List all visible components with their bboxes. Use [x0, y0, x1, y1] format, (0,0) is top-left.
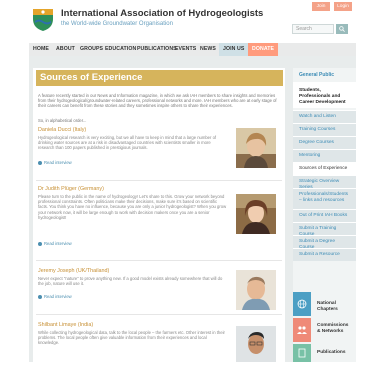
nav-home[interactable]: HOME: [33, 43, 49, 56]
intro-text: A feature recently started in our News a…: [38, 93, 277, 109]
read-interview-label: Read interview: [44, 160, 72, 165]
entry-name[interactable]: Jeremy Joseph (UK/Thailand): [38, 268, 109, 274]
nav-join-us[interactable]: JOIN US: [219, 43, 249, 56]
login-button[interactable]: Login: [334, 2, 352, 11]
sidebar-active-label[interactable]: Students, Professionals and Career Devel…: [299, 88, 353, 106]
main-nav: HOME ABOUT GROUPS EDUCATION PUBLICATIONS…: [29, 43, 356, 57]
entry-quote: Never expect "nature" to prove anything …: [38, 276, 223, 287]
bullet-icon: [38, 241, 42, 246]
entry-quote: While collecting hydrogeological data, t…: [38, 330, 225, 346]
entry-quote: Hydrogeological research is very excitin…: [38, 135, 217, 151]
search-icon: [339, 26, 345, 32]
read-interview-label: Read interview: [44, 294, 72, 299]
sidebar-item-strategic-overview[interactable]: Strategic Overview Series: [293, 175, 356, 190]
nav-education[interactable]: EDUCATION: [105, 43, 136, 56]
sidebar-title[interactable]: General Public: [299, 72, 334, 78]
alphabetical-note: So, in alphabetical order...: [38, 118, 87, 123]
nav-groups[interactable]: GROUPS: [80, 43, 103, 56]
nav-news[interactable]: NEWS: [200, 43, 216, 56]
search-input[interactable]: Search: [292, 24, 334, 34]
entry-divider: [36, 180, 282, 181]
tile-national-chapters[interactable]: National Chapters: [293, 292, 356, 316]
entry-name[interactable]: Daniela Ducci (Italy): [38, 127, 86, 133]
read-interview-label: Read interview: [44, 241, 72, 246]
bullet-icon: [38, 294, 42, 299]
nav-about[interactable]: ABOUT: [56, 43, 75, 56]
tile-label: National Chapters: [317, 301, 338, 312]
entry-name[interactable]: Shilbant Limaye (India): [38, 322, 93, 328]
entry-photo: [236, 128, 276, 168]
entry-quote: Please turn to the public in the name of…: [38, 194, 227, 220]
tile-commissions-networks[interactable]: Commissions & Networks: [293, 318, 356, 342]
entry-divider: [36, 260, 282, 261]
globe-icon: [293, 292, 311, 316]
read-interview-link[interactable]: Read interview: [38, 241, 72, 246]
sidebar-item-submit-resource[interactable]: Submit a Resource: [293, 248, 356, 261]
sidebar-item-sources-of-experience[interactable]: Sources of Experience: [293, 162, 356, 175]
entry-name[interactable]: Dr Judith Plüger (Germany): [38, 186, 104, 192]
nav-donate[interactable]: DONATE: [248, 43, 279, 56]
iah-logo[interactable]: [33, 9, 53, 31]
read-interview-link[interactable]: Read interview: [38, 160, 72, 165]
entry-photo: [236, 194, 276, 234]
tile-label: Commissions & Networks: [317, 323, 349, 334]
sidebar-item-training-courses[interactable]: Training Courses: [293, 123, 356, 136]
sidebar-item-submit-degree[interactable]: Submit a Degree Course: [293, 235, 356, 250]
sidebar-item-watch-listen[interactable]: Watch and Listen: [293, 110, 356, 123]
sidebar-item-professionals-students[interactable]: Professionals/Students – links and resou…: [293, 188, 356, 209]
nav-events[interactable]: EVENTS: [175, 43, 196, 56]
bullet-icon: [38, 160, 42, 165]
tile-publications[interactable]: Publications: [293, 344, 356, 362]
org-title[interactable]: International Association of Hydrogeolog…: [61, 8, 263, 19]
read-interview-link[interactable]: Read interview: [38, 294, 72, 299]
entry-divider: [36, 314, 282, 315]
join-button[interactable]: Join: [312, 2, 330, 11]
people-icon: [293, 318, 311, 342]
nav-publications[interactable]: PUBLICATIONS: [137, 43, 177, 56]
search-button[interactable]: [336, 24, 348, 34]
org-subtitle: the World-wide Groundwater Organisation: [61, 21, 173, 27]
entry-photo: [236, 326, 276, 362]
sidebar-item-out-of-print[interactable]: Out of Print IAH Books: [293, 209, 356, 222]
sidebar-item-submit-training[interactable]: Submit a Training Course: [293, 222, 356, 237]
sidebar-item-degree-courses[interactable]: Degree Courses: [293, 136, 356, 149]
page-title: Sources of Experience: [40, 72, 143, 83]
book-icon: [293, 344, 311, 362]
entry-photo: [236, 270, 276, 310]
sidebar-item-mentoring[interactable]: Mentoring: [293, 149, 356, 162]
tile-label: Publications: [317, 350, 346, 355]
